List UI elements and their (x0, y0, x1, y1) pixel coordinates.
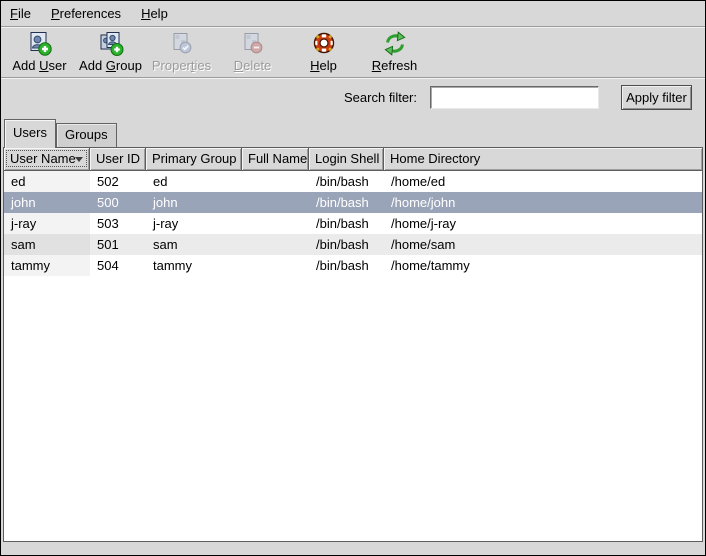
add-group-icon (98, 30, 124, 58)
delete-button: Delete (217, 27, 288, 74)
cell-user-id: 501 (90, 234, 146, 255)
sort-down-icon (75, 157, 83, 162)
cell-full-name (242, 171, 309, 192)
users-table: User Name User ID Primary Group Full Nam… (3, 147, 703, 542)
cell-user-name: john (4, 192, 90, 213)
cell-primary-group: john (146, 192, 242, 213)
cell-login-shell: /bin/bash (309, 234, 384, 255)
menu-help[interactable]: Help (134, 1, 175, 26)
cell-home-directory: /home/tammy (384, 255, 702, 276)
menu-bar: File Preferences Help (1, 1, 705, 27)
cell-user-id: 504 (90, 255, 146, 276)
add-group-button[interactable]: Add Group (75, 27, 146, 74)
menu-preferences[interactable]: Preferences (44, 1, 128, 26)
column-header-login-shell[interactable]: Login Shell (309, 148, 384, 171)
refresh-icon (382, 30, 408, 58)
column-header-user-id[interactable]: User ID (90, 148, 146, 171)
cell-home-directory: /home/john (384, 192, 702, 213)
cell-user-name: ed (4, 171, 90, 192)
cell-full-name (242, 234, 309, 255)
add-group-label: Add Group (79, 58, 142, 74)
delete-label: Delete (234, 58, 272, 74)
delete-icon (240, 30, 266, 58)
search-filter-label: Search filter: (344, 90, 417, 105)
cell-primary-group: j-ray (146, 213, 242, 234)
add-user-label: Add User (12, 58, 66, 74)
properties-label: Properties (152, 58, 211, 74)
cell-full-name (242, 213, 309, 234)
apply-filter-button[interactable]: Apply filter (621, 85, 692, 110)
cell-login-shell: /bin/bash (309, 192, 384, 213)
table-row-john[interactable]: john 500 john /bin/bash /home/john (4, 192, 702, 213)
cell-login-shell: /bin/bash (309, 255, 384, 276)
add-user-button[interactable]: Add User (4, 27, 75, 74)
cell-login-shell: /bin/bash (309, 213, 384, 234)
notebook-tabs: Users Groups (4, 119, 117, 148)
cell-primary-group: tammy (146, 255, 242, 276)
column-header-primary-group[interactable]: Primary Group (146, 148, 242, 171)
cell-primary-group: sam (146, 234, 242, 255)
help-icon (311, 30, 337, 58)
cell-primary-group: ed (146, 171, 242, 192)
cell-full-name (242, 255, 309, 276)
search-filter-row: Search filter: Apply filter (1, 78, 705, 116)
tab-groups[interactable]: Groups (56, 123, 117, 147)
help-button[interactable]: Help (288, 27, 359, 74)
cell-user-id: 502 (90, 171, 146, 192)
cell-home-directory: /home/ed (384, 171, 702, 192)
refresh-button[interactable]: Refresh (359, 27, 430, 74)
properties-button: Properties (146, 27, 217, 74)
column-header-home-directory[interactable]: Home Directory (384, 148, 702, 171)
cell-user-name: tammy (4, 255, 90, 276)
column-header-user-name[interactable]: User Name (4, 148, 90, 171)
menu-file[interactable]: File (3, 1, 38, 26)
column-header-full-name[interactable]: Full Name (242, 148, 309, 171)
cell-user-id: 500 (90, 192, 146, 213)
cell-user-name: sam (4, 234, 90, 255)
cell-user-name: j-ray (4, 213, 90, 234)
table-row-ed[interactable]: ed 502 ed /bin/bash /home/ed (4, 171, 702, 192)
table-header: User Name User ID Primary Group Full Nam… (4, 148, 702, 171)
table-row-sam[interactable]: sam 501 sam /bin/bash /home/sam (4, 234, 702, 255)
add-user-icon (27, 30, 53, 58)
search-filter-input[interactable] (430, 86, 599, 109)
help-label: Help (310, 58, 337, 74)
cell-home-directory: /home/j-ray (384, 213, 702, 234)
table-body: ed 502 ed /bin/bash /home/ed john 500 jo… (4, 171, 702, 276)
cell-user-id: 503 (90, 213, 146, 234)
tab-users[interactable]: Users (4, 119, 56, 148)
user-manager-window: File Preferences Help Add User (0, 0, 706, 556)
table-row-j-ray[interactable]: j-ray 503 j-ray /bin/bash /home/j-ray (4, 213, 702, 234)
toolbar: Add User Add Group (1, 27, 705, 78)
cell-login-shell: /bin/bash (309, 171, 384, 192)
properties-icon (169, 30, 195, 58)
cell-full-name (242, 192, 309, 213)
refresh-label: Refresh (372, 58, 418, 74)
cell-home-directory: /home/sam (384, 234, 702, 255)
table-row-tammy[interactable]: tammy 504 tammy /bin/bash /home/tammy (4, 255, 702, 276)
